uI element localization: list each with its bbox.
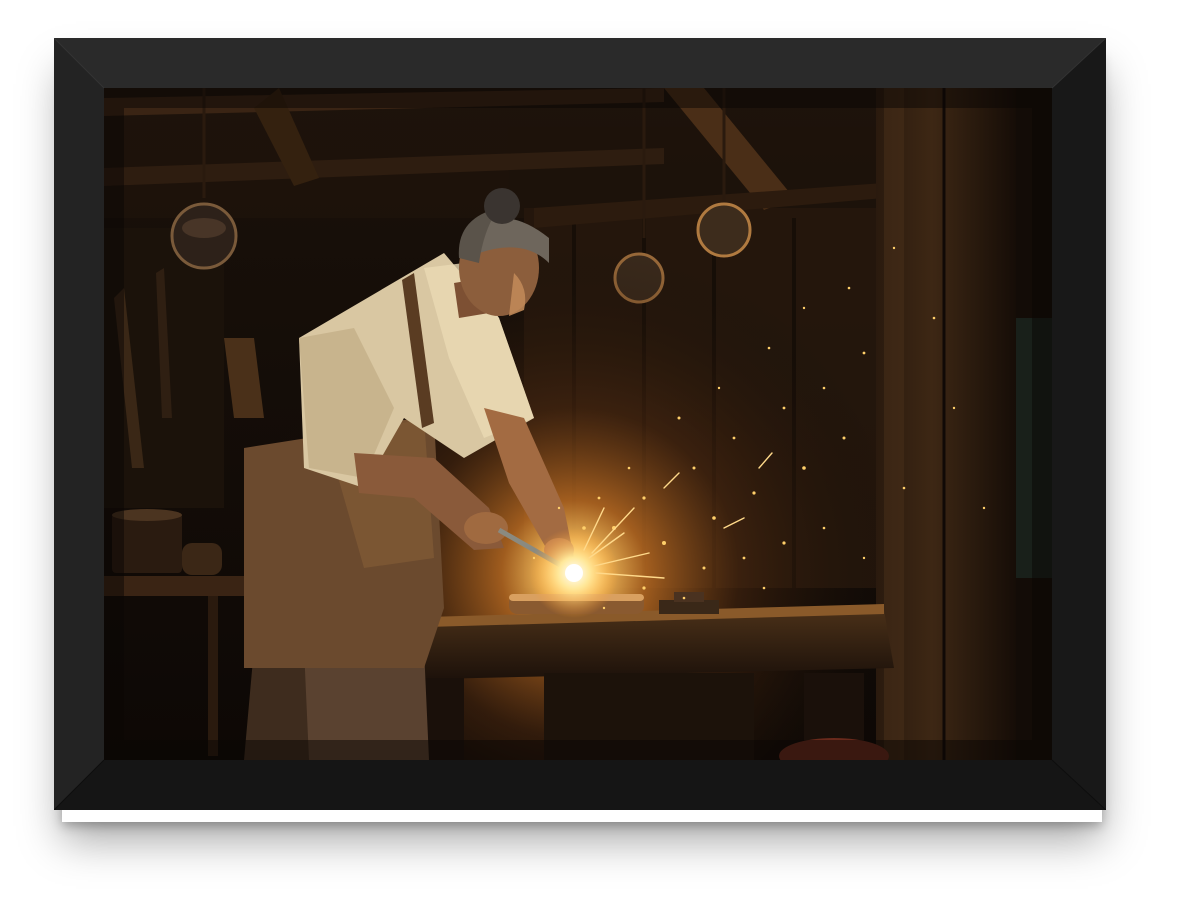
- wooden-post: [876, 88, 1052, 760]
- painting-scene: [104, 88, 1052, 760]
- painting-blacksmith: [104, 88, 1052, 760]
